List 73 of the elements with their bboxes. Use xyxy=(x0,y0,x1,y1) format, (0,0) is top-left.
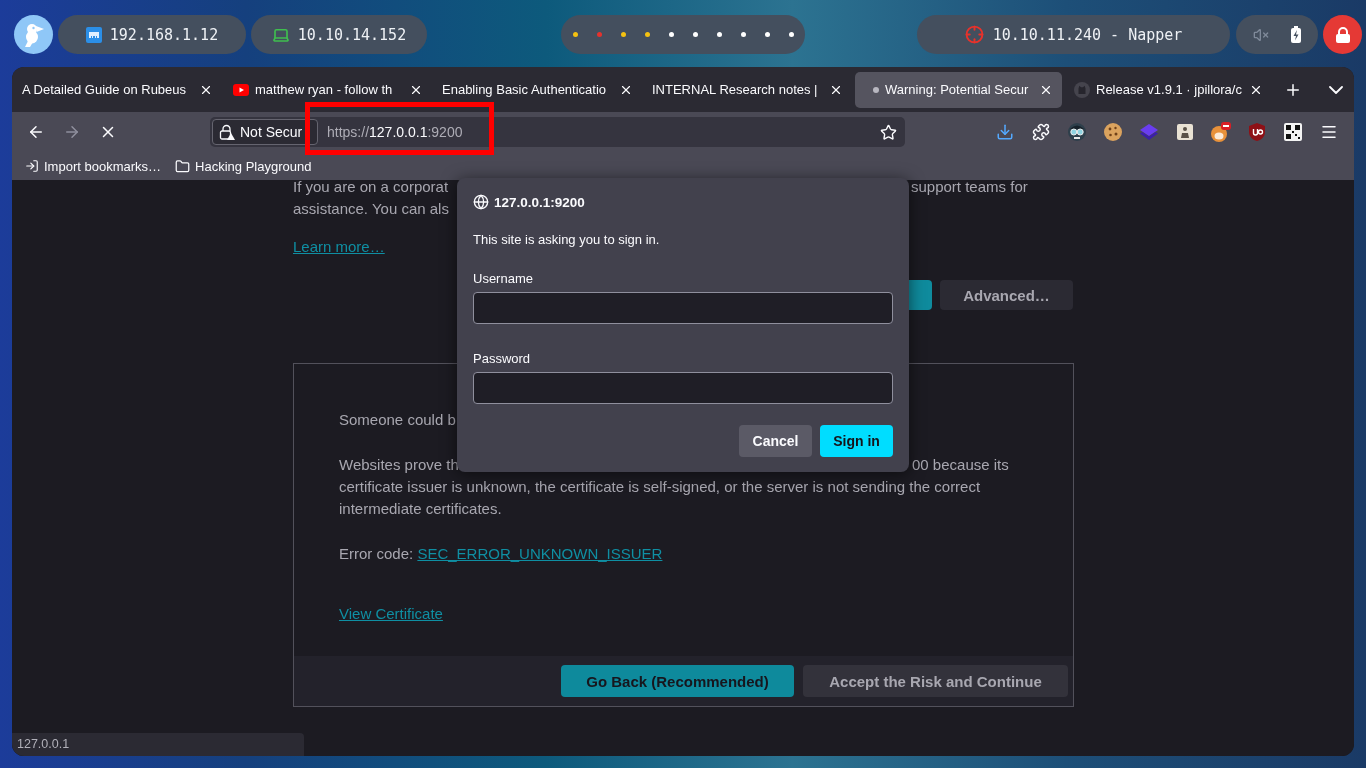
workspace-dot[interactable] xyxy=(596,32,602,37)
browser-tab[interactable]: INTERNAL Research notes | xyxy=(645,71,852,108)
star-icon xyxy=(879,123,897,141)
cookie-icon xyxy=(1104,123,1122,141)
play-button-icon xyxy=(233,83,249,96)
text-fragment: If you are on a corporat xyxy=(293,180,449,197)
forward-arrow-icon xyxy=(63,123,81,141)
go-back-button[interactable]: Go Back (Recommended) xyxy=(561,665,794,697)
launcher-button[interactable] xyxy=(14,15,53,54)
browser-tab[interactable]: matthew ryan - follow th xyxy=(225,71,432,108)
text-fragment: assistance. You can als xyxy=(293,199,449,219)
browser-tab[interactable]: Warning: Potential Secur xyxy=(855,71,1062,108)
dot-icon xyxy=(873,86,879,93)
cancel-button[interactable]: Cancel xyxy=(739,425,812,457)
workspace-dot[interactable] xyxy=(692,32,698,37)
target-text: 10.10.11.240 - Napper xyxy=(992,25,1183,44)
round-logo-icon xyxy=(1074,81,1090,98)
field-label: Password xyxy=(473,350,531,368)
lock-warning-icon xyxy=(219,124,235,140)
ip-address-text: 10.10.14.152 xyxy=(297,25,407,44)
browser-tab[interactable]: A Detailed Guide on Rubeus xyxy=(15,71,222,108)
crosshair-icon xyxy=(964,25,984,44)
workspace-dot[interactable] xyxy=(740,32,746,37)
workspace-dot[interactable] xyxy=(788,32,794,37)
paragraph-text: certificate issuer is unknown, the certificate is self-signed, or the server is not sending the correct intermediate certificates. xyxy=(339,477,982,519)
folder-icon xyxy=(175,158,191,174)
download-icon xyxy=(996,123,1014,141)
battery-charging-icon xyxy=(1291,26,1301,43)
ip-address-text: 192.168.1.12 xyxy=(109,25,219,44)
padlock-icon xyxy=(1335,26,1350,43)
bookmark-item[interactable]: Hacking Playground xyxy=(175,158,312,174)
shield-icon xyxy=(1249,123,1265,141)
qr-code-icon xyxy=(1284,123,1302,141)
chevron-down-icon xyxy=(1329,85,1343,94)
globe-icon xyxy=(473,194,489,210)
accept-risk-button[interactable]: Accept the Risk and Continue xyxy=(803,665,1068,697)
text-fragment: 00 because its xyxy=(912,455,1009,475)
text-fragment: Someone could b xyxy=(339,410,456,430)
workspace-dot[interactable] xyxy=(644,32,650,37)
view-certificate-link[interactable]: View Certificate xyxy=(339,603,443,625)
browser-tab[interactable]: Release v1.9.1 · jpillora/c xyxy=(1065,71,1272,108)
puzzle-icon xyxy=(1032,123,1050,141)
bookmark-item[interactable]: Import bookmarks… xyxy=(25,158,162,174)
field-label: Username xyxy=(473,270,533,288)
input-field[interactable] xyxy=(473,292,893,324)
layers-icon xyxy=(1140,124,1158,140)
workspace-dot[interactable] xyxy=(716,32,722,37)
workspace-dot[interactable] xyxy=(764,32,770,37)
bird-icon xyxy=(22,22,45,47)
text-fragment: Websites prove th xyxy=(339,455,459,475)
circle-with-badge-icon xyxy=(1211,122,1231,142)
dialog-title: 127.0.0.1:9200 xyxy=(494,194,585,210)
text-fragment: support teams for xyxy=(911,180,1028,197)
lock-button[interactable] xyxy=(1323,15,1362,54)
menu-icon xyxy=(1320,123,1338,141)
dialog-message: This site is asking you to sign in. xyxy=(473,231,660,249)
import-icon xyxy=(25,159,39,173)
status-text: 127.0.0.1 xyxy=(12,733,304,756)
goggles-face-icon xyxy=(1068,123,1086,141)
not-secure-button[interactable]: Not Secur xyxy=(212,119,318,145)
network-port-icon xyxy=(85,26,102,43)
error-code-text: Error code: SEC_ERROR_UNKNOWN_ISSUER xyxy=(339,544,663,564)
workspace-dot[interactable] xyxy=(620,32,626,37)
input-field[interactable] xyxy=(473,372,893,404)
error-code-link[interactable]: SEC_ERROR_UNKNOWN_ISSUER xyxy=(417,545,663,562)
advanced-button[interactable]: Advanced… xyxy=(940,280,1073,310)
workspace-dot[interactable] xyxy=(572,32,578,37)
url-text[interactable]: https://127.0.0.1:9200 xyxy=(327,124,463,140)
browser-tab[interactable]: Enabling Basic Authenticatio xyxy=(435,71,642,108)
person-card-icon xyxy=(1177,124,1193,140)
workspace-dot[interactable] xyxy=(668,32,674,37)
learn-more-link[interactable]: Learn more… xyxy=(293,236,385,258)
sign-in-button[interactable]: Sign in xyxy=(820,425,893,457)
